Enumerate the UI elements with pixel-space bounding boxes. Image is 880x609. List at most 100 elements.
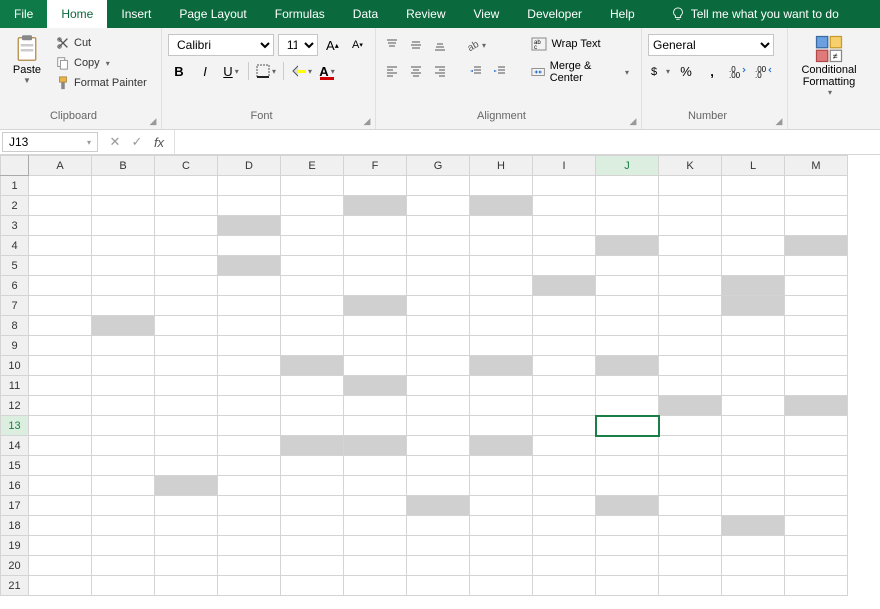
cell-C3[interactable]: [155, 216, 218, 236]
cell-M21[interactable]: [785, 576, 848, 596]
cell-A3[interactable]: [29, 216, 92, 236]
cell-F18[interactable]: [344, 516, 407, 536]
cell-F11[interactable]: [344, 376, 407, 396]
cell-H10[interactable]: [470, 356, 533, 376]
cell-F5[interactable]: [344, 256, 407, 276]
cell-L18[interactable]: [722, 516, 785, 536]
cell-D17[interactable]: [218, 496, 281, 516]
cell-I10[interactable]: [533, 356, 596, 376]
cell-K3[interactable]: [659, 216, 722, 236]
cell-F13[interactable]: [344, 416, 407, 436]
cell-L7[interactable]: [722, 296, 785, 316]
cell-A8[interactable]: [29, 316, 92, 336]
cell-F6[interactable]: [344, 276, 407, 296]
cell-F20[interactable]: [344, 556, 407, 576]
cell-I20[interactable]: [533, 556, 596, 576]
cell-D21[interactable]: [218, 576, 281, 596]
cell-E10[interactable]: [281, 356, 344, 376]
cell-G7[interactable]: [407, 296, 470, 316]
cell-D19[interactable]: [218, 536, 281, 556]
tab-file[interactable]: File: [0, 0, 47, 28]
cell-J2[interactable]: [596, 196, 659, 216]
row-header-14[interactable]: 14: [1, 436, 29, 456]
cell-D2[interactable]: [218, 196, 281, 216]
cell-I2[interactable]: [533, 196, 596, 216]
cell-K4[interactable]: [659, 236, 722, 256]
tab-help[interactable]: Help: [596, 0, 649, 28]
cell-A16[interactable]: [29, 476, 92, 496]
cell-D7[interactable]: [218, 296, 281, 316]
cell-F3[interactable]: [344, 216, 407, 236]
underline-button[interactable]: U▾: [220, 60, 242, 82]
merge-center-button[interactable]: Merge & Center▾: [525, 58, 635, 86]
cell-I14[interactable]: [533, 436, 596, 456]
cell-A13[interactable]: [29, 416, 92, 436]
cell-C18[interactable]: [155, 516, 218, 536]
cell-J21[interactable]: [596, 576, 659, 596]
decrease-decimal-button[interactable]: .00.0: [752, 60, 776, 82]
cell-H21[interactable]: [470, 576, 533, 596]
cell-H12[interactable]: [470, 396, 533, 416]
clipboard-launcher[interactable]: ◢: [147, 115, 159, 127]
cell-L3[interactable]: [722, 216, 785, 236]
cell-B6[interactable]: [92, 276, 155, 296]
cell-H7[interactable]: [470, 296, 533, 316]
cell-F15[interactable]: [344, 456, 407, 476]
cell-B4[interactable]: [92, 236, 155, 256]
cell-E8[interactable]: [281, 316, 344, 336]
cell-I4[interactable]: [533, 236, 596, 256]
cell-A1[interactable]: [29, 176, 92, 196]
cell-G4[interactable]: [407, 236, 470, 256]
cell-M13[interactable]: [785, 416, 848, 436]
cell-A20[interactable]: [29, 556, 92, 576]
cell-G3[interactable]: [407, 216, 470, 236]
cell-H19[interactable]: [470, 536, 533, 556]
cell-K9[interactable]: [659, 336, 722, 356]
cell-I15[interactable]: [533, 456, 596, 476]
decrease-indent-button[interactable]: [466, 61, 486, 81]
cell-D14[interactable]: [218, 436, 281, 456]
cell-B13[interactable]: [92, 416, 155, 436]
cell-J3[interactable]: [596, 216, 659, 236]
cell-C6[interactable]: [155, 276, 218, 296]
row-header-4[interactable]: 4: [1, 236, 29, 256]
cell-M16[interactable]: [785, 476, 848, 496]
cell-L6[interactable]: [722, 276, 785, 296]
cell-A11[interactable]: [29, 376, 92, 396]
cell-A15[interactable]: [29, 456, 92, 476]
cell-K18[interactable]: [659, 516, 722, 536]
tab-view[interactable]: View: [460, 0, 514, 28]
col-header-L[interactable]: L: [722, 156, 785, 176]
cell-L2[interactable]: [722, 196, 785, 216]
cell-B1[interactable]: [92, 176, 155, 196]
cell-D15[interactable]: [218, 456, 281, 476]
font-size-select[interactable]: 11: [278, 34, 318, 56]
cell-K11[interactable]: [659, 376, 722, 396]
cell-J14[interactable]: [596, 436, 659, 456]
cell-B3[interactable]: [92, 216, 155, 236]
cell-G2[interactable]: [407, 196, 470, 216]
format-painter-button[interactable]: Format Painter: [52, 74, 151, 92]
cell-H9[interactable]: [470, 336, 533, 356]
cell-I12[interactable]: [533, 396, 596, 416]
cell-M4[interactable]: [785, 236, 848, 256]
cell-B12[interactable]: [92, 396, 155, 416]
row-header-15[interactable]: 15: [1, 456, 29, 476]
cell-F1[interactable]: [344, 176, 407, 196]
row-header-20[interactable]: 20: [1, 556, 29, 576]
col-header-G[interactable]: G: [407, 156, 470, 176]
cell-K10[interactable]: [659, 356, 722, 376]
cell-L20[interactable]: [722, 556, 785, 576]
cell-K6[interactable]: [659, 276, 722, 296]
cell-A21[interactable]: [29, 576, 92, 596]
cell-M20[interactable]: [785, 556, 848, 576]
cell-D20[interactable]: [218, 556, 281, 576]
col-header-E[interactable]: E: [281, 156, 344, 176]
col-header-C[interactable]: C: [155, 156, 218, 176]
row-header-7[interactable]: 7: [1, 296, 29, 316]
cell-L12[interactable]: [722, 396, 785, 416]
cell-A5[interactable]: [29, 256, 92, 276]
cell-C14[interactable]: [155, 436, 218, 456]
cell-C21[interactable]: [155, 576, 218, 596]
cell-D12[interactable]: [218, 396, 281, 416]
